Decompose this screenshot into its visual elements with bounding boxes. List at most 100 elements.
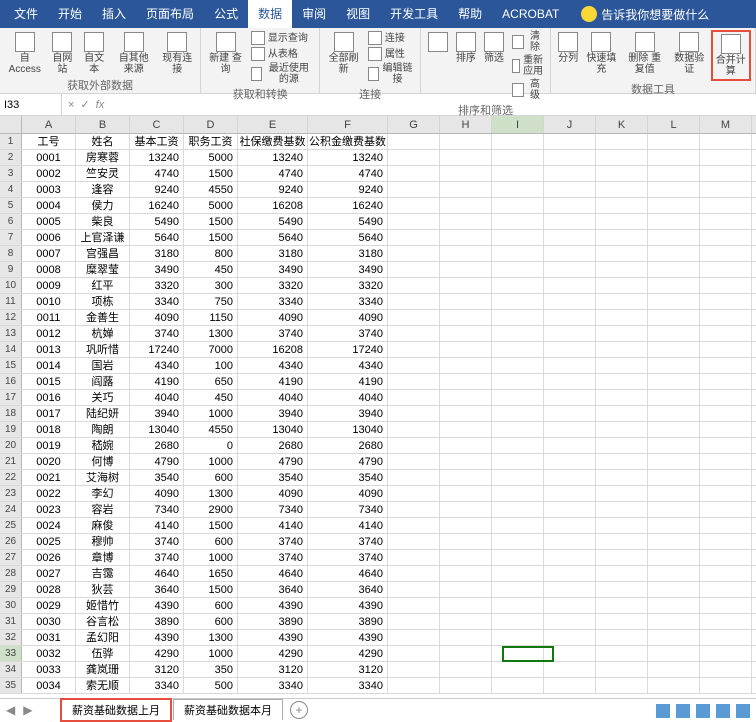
empty-cell[interactable] [648, 198, 700, 213]
from-table-button[interactable]: 从表格 [248, 46, 316, 62]
data-cell[interactable]: 0013 [22, 342, 76, 357]
tab-插入[interactable]: 插入 [92, 0, 136, 28]
data-cell[interactable]: 国岩 [76, 358, 130, 373]
data-cell[interactable]: 容岩 [76, 502, 130, 517]
empty-cell[interactable] [388, 230, 440, 245]
data-cell[interactable]: 吉霭 [76, 566, 130, 581]
empty-cell[interactable] [388, 150, 440, 165]
empty-cell[interactable] [700, 518, 752, 533]
empty-cell[interactable] [544, 182, 596, 197]
empty-cell[interactable] [440, 518, 492, 533]
data-cell[interactable]: 0028 [22, 582, 76, 597]
empty-cell[interactable] [440, 534, 492, 549]
row-header[interactable]: 33 [0, 646, 22, 661]
empty-cell[interactable] [700, 582, 752, 597]
empty-cell[interactable] [492, 166, 544, 181]
empty-cell[interactable] [648, 550, 700, 565]
empty-cell[interactable] [596, 230, 648, 245]
data-cell[interactable]: 巩听惜 [76, 342, 130, 357]
row-header[interactable]: 6 [0, 214, 22, 229]
data-cell[interactable]: 红平 [76, 278, 130, 293]
ribbon-btn[interactable]: 快速填充 [583, 30, 620, 77]
data-cell[interactable]: 300 [184, 278, 238, 293]
data-cell[interactable]: 0004 [22, 198, 76, 213]
data-cell[interactable]: 16208 [238, 342, 308, 357]
data-cell[interactable]: 4640 [308, 566, 388, 581]
data-cell[interactable]: 0023 [22, 502, 76, 517]
empty-cell[interactable] [544, 646, 596, 661]
data-cell[interactable]: 0015 [22, 374, 76, 389]
empty-cell[interactable] [596, 646, 648, 661]
empty-cell[interactable] [700, 422, 752, 437]
tab-视图[interactable]: 视图 [336, 0, 380, 28]
data-cell[interactable]: 嵇婉 [76, 438, 130, 453]
empty-cell[interactable] [648, 630, 700, 645]
empty-cell[interactable] [700, 166, 752, 181]
row-header[interactable]: 28 [0, 566, 22, 581]
empty-cell[interactable] [700, 646, 752, 661]
data-cell[interactable]: 阎蕗 [76, 374, 130, 389]
data-cell[interactable]: 3490 [238, 262, 308, 277]
empty-cell[interactable] [648, 134, 700, 149]
data-cell[interactable]: 3120 [308, 662, 388, 677]
empty-cell[interactable] [596, 678, 648, 693]
data-cell[interactable]: 4040 [308, 390, 388, 405]
row-header[interactable]: 25 [0, 518, 22, 533]
ribbon-btn[interactable]: 现有连接 [159, 30, 197, 77]
data-cell[interactable]: 糜翠莹 [76, 262, 130, 277]
empty-cell[interactable] [440, 454, 492, 469]
data-cell[interactable]: 1000 [184, 406, 238, 421]
data-cell[interactable]: 450 [184, 262, 238, 277]
data-cell[interactable]: 3890 [308, 614, 388, 629]
data-cell[interactable]: 3540 [130, 470, 184, 485]
data-cell[interactable]: 1500 [184, 230, 238, 245]
empty-cell[interactable] [596, 310, 648, 325]
sort-button[interactable]: 排序 [453, 30, 479, 66]
empty-cell[interactable] [700, 454, 752, 469]
data-cell[interactable]: 0020 [22, 454, 76, 469]
empty-cell[interactable] [648, 470, 700, 485]
empty-cell[interactable] [492, 534, 544, 549]
empty-cell[interactable] [492, 374, 544, 389]
empty-cell[interactable] [648, 262, 700, 277]
data-cell[interactable]: 0012 [22, 326, 76, 341]
ribbon-btn[interactable]: 删除 重复值 [622, 30, 668, 77]
connections-button[interactable]: 连接 [365, 30, 416, 46]
empty-cell[interactable] [596, 374, 648, 389]
empty-cell[interactable] [440, 278, 492, 293]
empty-cell[interactable] [388, 470, 440, 485]
empty-cell[interactable] [700, 470, 752, 485]
data-cell[interactable]: 0022 [22, 486, 76, 501]
empty-cell[interactable] [544, 374, 596, 389]
data-cell[interactable]: 7340 [308, 502, 388, 517]
row-header[interactable]: 19 [0, 422, 22, 437]
empty-cell[interactable] [388, 518, 440, 533]
col-header-J[interactable]: J [544, 116, 596, 133]
cancel-icon[interactable]: × [68, 99, 74, 111]
col-header-F[interactable]: F [308, 116, 388, 133]
empty-cell[interactable] [388, 134, 440, 149]
recent-sources-button[interactable]: 最近使用的源 [248, 62, 316, 86]
ribbon-btn[interactable]: 自其他来源 [111, 30, 157, 77]
data-cell[interactable]: 项栋 [76, 294, 130, 309]
data-cell[interactable]: 1300 [184, 630, 238, 645]
empty-cell[interactable] [440, 198, 492, 213]
data-cell[interactable]: 9240 [238, 182, 308, 197]
data-cell[interactable]: 3740 [130, 326, 184, 341]
empty-cell[interactable] [388, 614, 440, 629]
empty-cell[interactable] [544, 630, 596, 645]
empty-cell[interactable] [700, 486, 752, 501]
empty-cell[interactable] [388, 374, 440, 389]
empty-cell[interactable] [544, 406, 596, 421]
empty-cell[interactable] [596, 326, 648, 341]
data-cell[interactable]: 4390 [130, 598, 184, 613]
data-cell[interactable]: 1000 [184, 550, 238, 565]
data-cell[interactable]: 杭婵 [76, 326, 130, 341]
empty-cell[interactable] [648, 518, 700, 533]
data-cell[interactable]: 竺安灵 [76, 166, 130, 181]
empty-cell[interactable] [492, 150, 544, 165]
empty-cell[interactable] [700, 374, 752, 389]
data-cell[interactable]: 4190 [308, 374, 388, 389]
data-cell[interactable]: 房寒蓉 [76, 150, 130, 165]
reapply-button[interactable]: 重新应用 [509, 54, 546, 78]
